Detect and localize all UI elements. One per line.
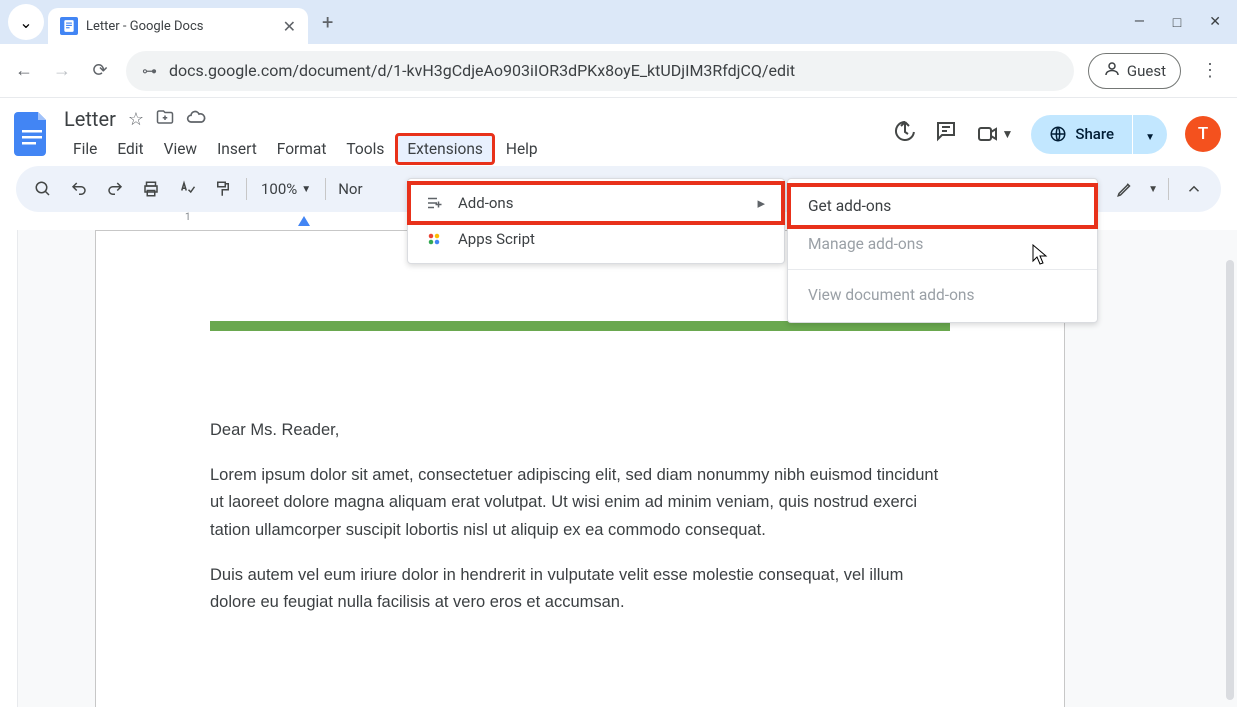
maximize-icon[interactable]: □: [1173, 14, 1181, 31]
close-tab-icon[interactable]: ✕: [283, 17, 296, 36]
greeting-text[interactable]: Dear Ms. Reader,: [210, 417, 950, 444]
guest-label: Guest: [1127, 62, 1166, 80]
manage-addons-item[interactable]: Manage add-ons: [788, 225, 1097, 263]
browser-tab-strip: ⌄ Letter - Google Docs ✕ + — □ ✕: [0, 0, 1237, 44]
menu-view[interactable]: View: [155, 136, 207, 162]
vertical-ruler[interactable]: [0, 230, 18, 707]
manage-addons-label: Manage add-ons: [808, 235, 923, 253]
zoom-value: 100%: [261, 180, 297, 198]
chevron-down-icon: ⌄: [19, 13, 32, 32]
history-icon[interactable]: [892, 119, 916, 149]
view-document-addons-item[interactable]: View document add-ons: [788, 276, 1097, 314]
apps-script-icon: [424, 229, 444, 249]
collapse-toolbar-icon[interactable]: [1179, 174, 1209, 204]
body-paragraph[interactable]: Duis autem vel eum iriure dolor in hendr…: [210, 562, 950, 616]
view-doc-addons-label: View document add-ons: [808, 286, 974, 304]
reload-icon[interactable]: ⟳: [88, 60, 112, 81]
get-addons-item[interactable]: Get add-ons: [787, 183, 1098, 229]
menu-extensions[interactable]: Extensions: [395, 133, 495, 165]
addons-submenu: Get add-ons Manage add-ons View document…: [787, 178, 1098, 323]
close-window-icon[interactable]: ✕: [1209, 14, 1221, 31]
address-bar[interactable]: ⊶ docs.google.com/document/d/1-kvH3gCdje…: [126, 51, 1074, 91]
apps-script-label: Apps Script: [458, 230, 535, 248]
redo-icon[interactable]: [100, 174, 130, 204]
url-text: docs.google.com/document/d/1-kvH3gCdjeAo…: [169, 61, 795, 80]
submenu-arrow-icon: ▸: [757, 194, 765, 212]
addons-icon: [424, 193, 444, 213]
menu-tools[interactable]: Tools: [337, 136, 393, 162]
meet-button[interactable]: ▼: [976, 122, 1014, 146]
undo-icon[interactable]: [64, 174, 94, 204]
tab-title: Letter - Google Docs: [86, 19, 275, 34]
person-icon: [1103, 60, 1121, 82]
ruler-tick: 1: [185, 212, 191, 223]
share-dropdown[interactable]: ▼: [1133, 115, 1167, 154]
extensions-dropdown: Add-ons ▸ Apps Script: [407, 178, 785, 264]
browser-tab[interactable]: Letter - Google Docs ✕: [48, 8, 308, 44]
vertical-scrollbar[interactable]: [1226, 260, 1234, 700]
chevron-down-icon: ▼: [1002, 127, 1014, 141]
indent-marker-icon[interactable]: [298, 216, 310, 226]
menu-separator: [788, 269, 1097, 270]
docs-favicon-icon: [60, 17, 78, 35]
browser-menu-icon[interactable]: ⋮: [1195, 60, 1225, 81]
print-icon[interactable]: [136, 174, 166, 204]
addons-menu-item[interactable]: Add-ons ▸: [407, 181, 785, 225]
share-button[interactable]: Share: [1031, 115, 1132, 154]
minimize-icon[interactable]: —: [1134, 14, 1145, 31]
menu-edit[interactable]: Edit: [108, 136, 152, 162]
window-controls: — □ ✕: [1134, 14, 1229, 31]
spellcheck-icon[interactable]: [172, 174, 202, 204]
new-tab-button[interactable]: +: [322, 10, 333, 34]
document-title[interactable]: Letter: [64, 107, 116, 131]
paint-format-icon[interactable]: [208, 174, 238, 204]
apps-script-menu-item[interactable]: Apps Script: [408, 221, 784, 257]
menu-file[interactable]: File: [64, 136, 106, 162]
editing-mode-icon[interactable]: [1110, 174, 1140, 204]
menu-help[interactable]: Help: [497, 136, 547, 162]
avatar-initial: T: [1198, 124, 1208, 144]
chevron-down-icon: ▼: [301, 184, 311, 195]
chevron-down-icon: ▼: [1145, 132, 1155, 143]
addons-label: Add-ons: [458, 194, 513, 212]
docs-home-icon[interactable]: [12, 108, 52, 160]
site-info-icon[interactable]: ⊶: [142, 62, 157, 80]
profile-button[interactable]: Guest: [1088, 53, 1181, 89]
body-paragraph[interactable]: Lorem ipsum dolor sit amet, consectetuer…: [210, 462, 950, 544]
share-label: Share: [1075, 125, 1114, 143]
zoom-select[interactable]: 100% ▼: [255, 180, 317, 198]
account-avatar[interactable]: T: [1185, 116, 1221, 152]
docs-header: Letter ☆ File Edit View Insert Format To…: [0, 98, 1237, 166]
cloud-status-icon[interactable]: [186, 107, 206, 132]
paragraph-style-select[interactable]: Nor: [334, 180, 366, 198]
search-icon[interactable]: [28, 174, 58, 204]
chevron-down-icon[interactable]: ▼: [1148, 184, 1158, 195]
star-icon[interactable]: ☆: [128, 109, 144, 130]
globe-icon: [1049, 125, 1067, 143]
menu-format[interactable]: Format: [268, 136, 336, 162]
back-icon[interactable]: ←: [12, 60, 36, 81]
move-icon[interactable]: [156, 108, 174, 131]
tab-search-button[interactable]: ⌄: [8, 4, 44, 40]
browser-toolbar: ← → ⟳ ⊶ docs.google.com/document/d/1-kvH…: [0, 44, 1237, 98]
menu-insert[interactable]: Insert: [208, 136, 266, 162]
forward-icon[interactable]: →: [50, 60, 74, 81]
mouse-cursor-icon: [1032, 244, 1050, 271]
comments-icon[interactable]: [934, 119, 958, 149]
menu-bar: File Edit View Insert Format Tools Exten…: [64, 134, 880, 164]
get-addons-label: Get add-ons: [808, 197, 891, 215]
